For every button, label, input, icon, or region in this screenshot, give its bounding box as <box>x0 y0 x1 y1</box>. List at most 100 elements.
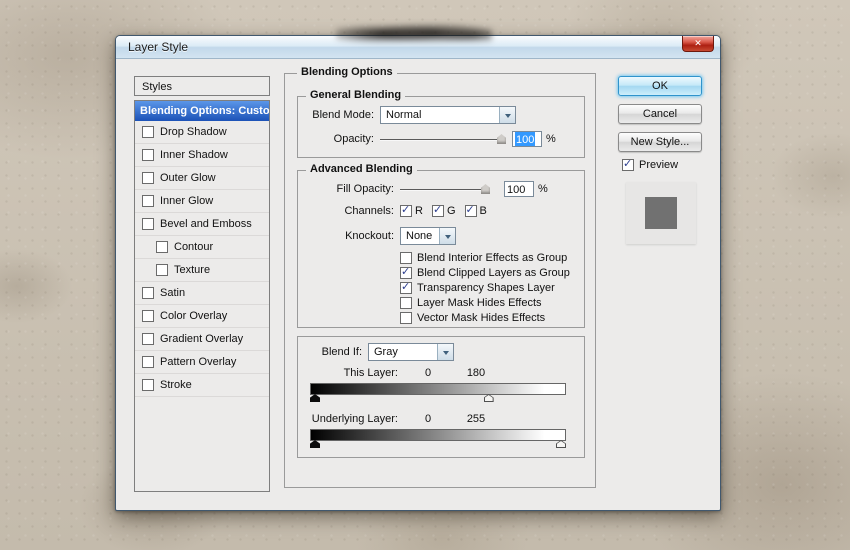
underlying-highlight-marker[interactable] <box>556 440 566 448</box>
this-layer-shadow-marker[interactable] <box>310 394 320 402</box>
fill-opacity-slider-track[interactable] <box>400 189 488 190</box>
transparency-shapes-checkbox[interactable] <box>400 280 412 294</box>
close-button[interactable]: ✕ <box>682 36 714 52</box>
styles-item-blending-options[interactable]: Blending Options: Custom <box>135 101 269 121</box>
ok-button[interactable]: OK <box>618 76 702 96</box>
layer-mask-hides-checkbox[interactable] <box>400 296 412 309</box>
fill-opacity-slider-thumb[interactable] <box>481 184 490 194</box>
outer-glow-checkbox[interactable] <box>142 172 154 184</box>
drop-shadow-checkbox[interactable] <box>142 126 154 138</box>
preview-checkbox[interactable] <box>622 157 634 171</box>
preview-panel <box>626 182 696 244</box>
styles-item-color-overlay[interactable]: Color Overlay <box>135 305 269 328</box>
styles-item-gradient-overlay[interactable]: Gradient Overlay <box>135 328 269 351</box>
new-style-button[interactable]: New Style... <box>618 132 702 152</box>
blend-mode-value: Normal <box>386 109 422 121</box>
underlying-layer-max: 255 <box>466 413 486 425</box>
channel-g-label: G <box>446 205 456 217</box>
styles-item-satin[interactable]: Satin <box>135 282 269 305</box>
knockout-label: Knockout: <box>345 230 394 242</box>
styles-header-label: Styles <box>142 81 172 93</box>
dialog-titlebar[interactable]: Layer Style ✕ <box>116 36 720 59</box>
option-transparency-shapes[interactable]: Transparency Shapes Layer <box>400 280 580 295</box>
dialog-title: Layer Style <box>128 40 189 54</box>
channel-g-checkbox[interactable] <box>431 203 444 217</box>
inner-shadow-checkbox[interactable] <box>142 149 154 161</box>
styles-item-inner-shadow[interactable]: Inner Shadow <box>135 144 269 167</box>
option-layer-mask-hides[interactable]: Layer Mask Hides Effects <box>400 295 580 310</box>
close-icon: ✕ <box>694 38 702 48</box>
fill-opacity-slider[interactable] <box>400 181 490 197</box>
general-blending-group: General Blending Blend Mode: Normal Opac… <box>297 89 585 158</box>
styles-item-bevel-and-emboss[interactable]: Bevel and Emboss <box>135 213 269 236</box>
gradient-overlay-checkbox[interactable] <box>142 333 154 345</box>
preview-swatch <box>645 197 677 229</box>
style-item-label: Outer Glow <box>160 172 216 184</box>
opacity-slider-thumb[interactable] <box>497 134 506 144</box>
cancel-button[interactable]: Cancel <box>618 104 702 124</box>
blend-mode-dropdown[interactable]: Normal <box>380 106 516 124</box>
style-item-label: Inner Glow <box>160 195 214 207</box>
option-label: Layer Mask Hides Effects <box>417 296 542 309</box>
color-overlay-checkbox[interactable] <box>142 310 154 322</box>
advanced-blending-group: Advanced Blending Fill Opacity: 100 % Ch… <box>297 163 585 328</box>
preview-toggle[interactable]: Preview <box>622 157 678 171</box>
opacity-unit: % <box>546 133 556 145</box>
chevron-down-icon[interactable] <box>439 228 455 244</box>
channel-r-checkbox[interactable] <box>400 203 412 217</box>
advanced-blending-legend: Advanced Blending <box>306 163 417 175</box>
option-blend-interior[interactable]: Blend Interior Effects as Group <box>400 250 580 265</box>
chevron-down-icon[interactable] <box>499 107 515 123</box>
underlying-layer-label: Underlying Layer: <box>311 413 398 425</box>
option-label: Blend Clipped Layers as Group <box>417 266 570 279</box>
fill-opacity-unit: % <box>538 183 548 195</box>
vector-mask-hides-checkbox[interactable] <box>400 311 412 324</box>
underlying-layer-gradient-bar[interactable] <box>310 429 566 441</box>
underlying-layer-bar-zone <box>310 429 566 451</box>
option-vector-mask-hides[interactable]: Vector Mask Hides Effects <box>400 310 580 325</box>
blend-if-label: Blend If: <box>321 346 362 358</box>
channel-b-label: B <box>479 205 487 217</box>
opacity-input[interactable]: 100 <box>512 131 542 147</box>
style-item-label: Inner Shadow <box>160 149 228 161</box>
styles-item-texture[interactable]: Texture <box>135 259 269 282</box>
contour-checkbox[interactable] <box>156 241 168 253</box>
styles-item-contour[interactable]: Contour <box>135 236 269 259</box>
blend-if-dropdown[interactable]: Gray <box>368 343 454 361</box>
this-layer-min: 0 <box>424 367 432 379</box>
styles-item-stroke[interactable]: Stroke <box>135 374 269 397</box>
layer-style-dialog: Layer Style ✕ Styles Blending Options: C… <box>115 35 721 511</box>
this-layer-gradient-bar[interactable] <box>310 383 566 395</box>
stroke-checkbox[interactable] <box>142 379 154 391</box>
style-item-label: Texture <box>174 264 211 276</box>
blending-options-panel: Blending Options General Blending Blend … <box>284 66 596 488</box>
blend-clipped-checkbox[interactable] <box>400 265 412 279</box>
channel-b-checkbox[interactable] <box>464 203 477 217</box>
option-blend-clipped[interactable]: Blend Clipped Layers as Group <box>400 265 580 280</box>
fill-opacity-input[interactable]: 100 <box>504 181 534 197</box>
satin-checkbox[interactable] <box>142 287 154 299</box>
chevron-down-icon[interactable] <box>437 344 453 360</box>
pattern-overlay-checkbox[interactable] <box>142 356 154 368</box>
texture-checkbox[interactable] <box>156 264 168 276</box>
styles-item-outer-glow[interactable]: Outer Glow <box>135 167 269 190</box>
styles-item-pattern-overlay[interactable]: Pattern Overlay <box>135 351 269 374</box>
bevel-emboss-checkbox[interactable] <box>142 218 154 230</box>
channel-r: R <box>400 203 423 217</box>
panel-title: Blending Options <box>297 66 397 78</box>
inner-glow-checkbox[interactable] <box>142 195 154 207</box>
knockout-dropdown[interactable]: None <box>400 227 456 245</box>
style-item-label: Pattern Overlay <box>160 356 237 368</box>
channels-label: Channels: <box>344 205 394 217</box>
underlying-shadow-marker[interactable] <box>310 440 320 448</box>
opacity-slider-track[interactable] <box>380 139 504 140</box>
styles-item-inner-glow[interactable]: Inner Glow <box>135 190 269 213</box>
opacity-slider[interactable] <box>380 131 506 147</box>
blend-interior-checkbox[interactable] <box>400 251 412 264</box>
styles-header[interactable]: Styles <box>134 76 270 96</box>
style-item-label: Gradient Overlay <box>160 333 244 345</box>
channel-b: B <box>464 203 487 217</box>
blend-mode-label: Blend Mode: <box>312 109 374 121</box>
this-layer-highlight-marker[interactable] <box>483 394 494 402</box>
styles-item-drop-shadow[interactable]: Drop Shadow <box>135 121 269 144</box>
